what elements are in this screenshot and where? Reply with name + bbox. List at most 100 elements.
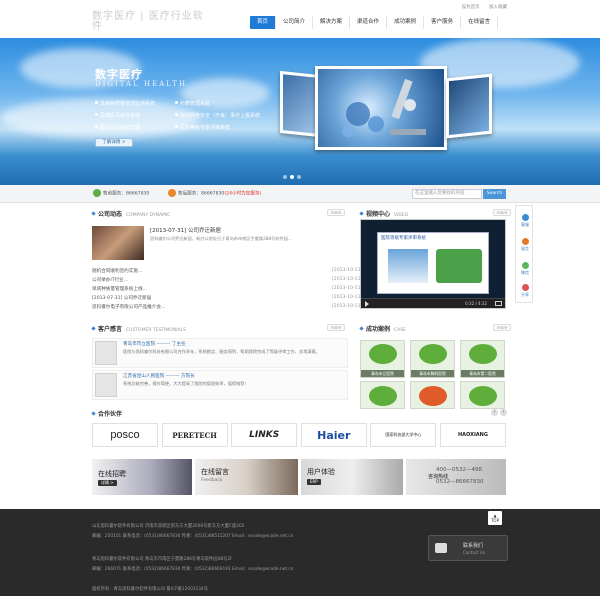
case-item-1[interactable]: 青岛市立医院 — [360, 340, 405, 378]
contact-us-button[interactable]: 联系我们 Contact Us — [428, 535, 508, 561]
banner-subtitle: DIGITAL HEALTH — [95, 80, 188, 88]
footer-address-1: 山东思科睿尔软件有限公司 济南市高新区新东方大厦2008号新东方大厦C座202 — [92, 524, 245, 529]
chat-icon — [435, 543, 447, 553]
banner-feature-2: 科教管理系统 — [175, 100, 210, 107]
site-logo[interactable]: 数字医疗 | 医疗行业软件 — [92, 12, 212, 32]
side-service-button[interactable]: 客服 — [517, 214, 533, 228]
search-input[interactable]: 在这里输入您要找的内容 — [412, 189, 482, 199]
partners-title: 合作伙伴 — [92, 409, 122, 418]
add-favorite-link[interactable]: 加入收藏 — [489, 5, 507, 10]
video-frame: 医院等级专家评审系统 — [377, 232, 489, 294]
promo-hotline[interactable]: 咨询热线 400—0532—498 0532—86667830 — [406, 459, 506, 495]
promo-recruit-button[interactable]: 详情 > — [98, 480, 117, 486]
video-slide-title: 医院等级专家评审系统 — [381, 236, 426, 241]
company-news-title: 公司动态 COMPANY DYNAMIC — [92, 209, 170, 218]
case-item-4[interactable] — [360, 381, 405, 409]
video-center-more[interactable]: more — [493, 209, 512, 216]
banner-screen-right — [446, 73, 492, 139]
footer-copyright: 版权所有：青岛思科睿尔软件有限公司 鲁ICP备12001534号 — [92, 587, 209, 592]
testimonials-more[interactable]: more — [327, 324, 346, 331]
partner-logo-peretech[interactable]: PERETECH — [161, 423, 228, 447]
case-item-6[interactable] — [460, 381, 505, 409]
news-summary: 思科睿尔公司乔迁新居，新办公地址位于青岛市市南区宁夏路288号软件园… — [150, 236, 292, 241]
partners-prev-button[interactable]: ‹ — [491, 409, 498, 416]
testimonial-text: 系统功能完善，操作简便，大大提高了我院的管理效率，值得推荐！ — [123, 381, 249, 386]
search-button[interactable]: Search — [483, 189, 506, 199]
case-item-3[interactable]: 青岛市第二医院 — [460, 340, 505, 378]
banner-screen-left — [280, 70, 320, 138]
nav-message[interactable]: 在线留言 — [461, 16, 499, 29]
footer-contact-1: 邮编：250101 联系电话：(0531)86667830 传真：(0531)8… — [92, 534, 294, 539]
nav-cases[interactable]: 成功案例 — [387, 16, 425, 29]
video-time: 0:32 / 4:32 — [465, 301, 487, 306]
side-message-button[interactable]: 留言 — [517, 238, 533, 252]
video-center-title: 视频中心 VIDEO — [360, 209, 408, 218]
news-item-3[interactable]: 单病种质量管理系统上线… [2013-10-11] — [92, 286, 362, 292]
news-photo[interactable] — [92, 226, 144, 260]
banner-feature-3: 医德医风考评系统 — [95, 112, 140, 119]
news-item-1[interactable]: 随机合同顺利签约实施… [2013-10-11] — [92, 268, 362, 274]
message-icon — [521, 238, 529, 245]
cases-more[interactable]: more — [493, 324, 512, 331]
wechat-icon — [521, 262, 529, 269]
partner-logo-haier[interactable]: Haier — [300, 423, 367, 447]
partner-logo-links[interactable]: LINKS — [231, 423, 298, 447]
logo-text: 数字医疗 | 医疗行业软件 — [92, 11, 204, 32]
promo-recruit[interactable]: 在线招聘 详情 > — [92, 459, 192, 495]
slide-dot-2[interactable] — [290, 175, 294, 179]
fullscreen-icon[interactable] — [495, 301, 502, 306]
top-links: 设为首页 加入收藏 — [454, 4, 507, 10]
video-controls: 0:32 / 4:32 — [361, 298, 505, 308]
testimonial-item: 江苏省昆山人民医院 ——— 方院长 系统功能完善，操作简便，大大提高了我院的管理… — [92, 370, 348, 400]
news-headline[interactable]: [2013-07-31] 公司乔迁新居 — [150, 226, 221, 234]
phone-icon — [168, 189, 176, 197]
partner-logos: posco PERETECH LINKS Haier 国家科技部大学中心 HAO… — [92, 423, 506, 449]
presale-hotline: 售前服务：86667830 — [93, 189, 149, 197]
footer-contact-2: 邮编：266071 联系电话：(0532)86667830 传真：(0532)8… — [92, 567, 294, 572]
promo-experience[interactable]: 用户体验 ERP — [301, 459, 403, 495]
testimonial-item: 青岛市市立医院 ——— 丁主任 医院与思科睿尔科技有限公司合作多年，系统稳定、服… — [92, 338, 348, 368]
news-item-2[interactable]: 公司举办IT行业… [2013-10-11] — [92, 277, 362, 283]
set-homepage-link[interactable]: 设为首页 — [462, 5, 480, 10]
news-item-5[interactable]: 思科睿尔电子有限公司产品推介会… [2013-10-11] — [92, 304, 362, 310]
main-nav: 首页 公司简介 解决方案 渠道合作 成功案例 客户服务 在线留言 — [250, 16, 499, 29]
service-icon — [521, 214, 529, 221]
side-wechat-button[interactable]: 微信 — [517, 262, 533, 276]
aftersale-hotline: 售后服务：86667830(24小时为您服务) — [168, 189, 261, 197]
nav-home[interactable]: 首页 — [250, 16, 277, 29]
partners-next-button[interactable]: › — [500, 409, 507, 416]
floating-side-bar: 客服 留言 微信 分享 — [515, 205, 533, 303]
footer-address-2: 青岛思科睿尔软件有限公司 青岛市市南区宁夏路288号青岛软件园48号2F — [92, 557, 233, 562]
side-share-button[interactable]: 分享 — [517, 284, 533, 298]
nav-about[interactable]: 公司简介 — [276, 16, 314, 29]
video-player[interactable]: 医院等级专家评审系统 0:32 / 4:32 — [360, 219, 506, 309]
partner-logo-tech-center[interactable]: 国家科技部大学中心 — [370, 423, 437, 447]
news-item-4[interactable]: [2013-07-31] 公司乔迁新居 [2013-10-11] — [92, 295, 362, 301]
slide-dot-3[interactable] — [297, 175, 301, 179]
partner-logo-posco[interactable]: posco — [92, 423, 158, 447]
nav-solutions[interactable]: 解决方案 — [313, 16, 351, 29]
case-item-5[interactable] — [410, 381, 455, 409]
hero-banner[interactable] — [0, 38, 600, 185]
share-icon — [521, 284, 529, 291]
banner-feature-4: 院内网络安全（不良）事件上报系统 — [175, 112, 260, 119]
case-item-2[interactable]: 青岛市胸科医院 — [410, 340, 455, 378]
testimonial-text: 医院与思科睿尔科技有限公司合作多年，系统稳定、服务周到，帮助我院完成了等级评审工… — [123, 349, 320, 354]
partner-logo-haoxiang[interactable]: HAOXIANG — [439, 423, 506, 447]
promo-feedback[interactable]: 在线留言 Feedback — [195, 459, 298, 495]
banner-feature-6: 医院等级专家评审系统 — [175, 124, 230, 131]
company-news-more[interactable]: more — [327, 209, 346, 216]
testimonial-author: 江苏省昆山人民医院 ——— 方院长 — [123, 374, 195, 379]
banner-screen-center — [315, 66, 447, 150]
nav-service[interactable]: 客户服务 — [424, 16, 462, 29]
slide-dot-1[interactable] — [283, 175, 287, 179]
phone-icon — [93, 189, 101, 197]
avatar — [95, 373, 117, 397]
nav-channel[interactable]: 渠道合作 — [350, 16, 388, 29]
play-icon[interactable] — [365, 301, 369, 307]
back-to-top-button[interactable]: ▲ TOP — [488, 511, 502, 525]
site-footer — [0, 509, 600, 596]
promo-experience-button[interactable]: ERP — [307, 479, 321, 485]
microscope-icon — [342, 78, 426, 137]
banner-more-button[interactable]: 了解详情 > — [95, 138, 133, 147]
